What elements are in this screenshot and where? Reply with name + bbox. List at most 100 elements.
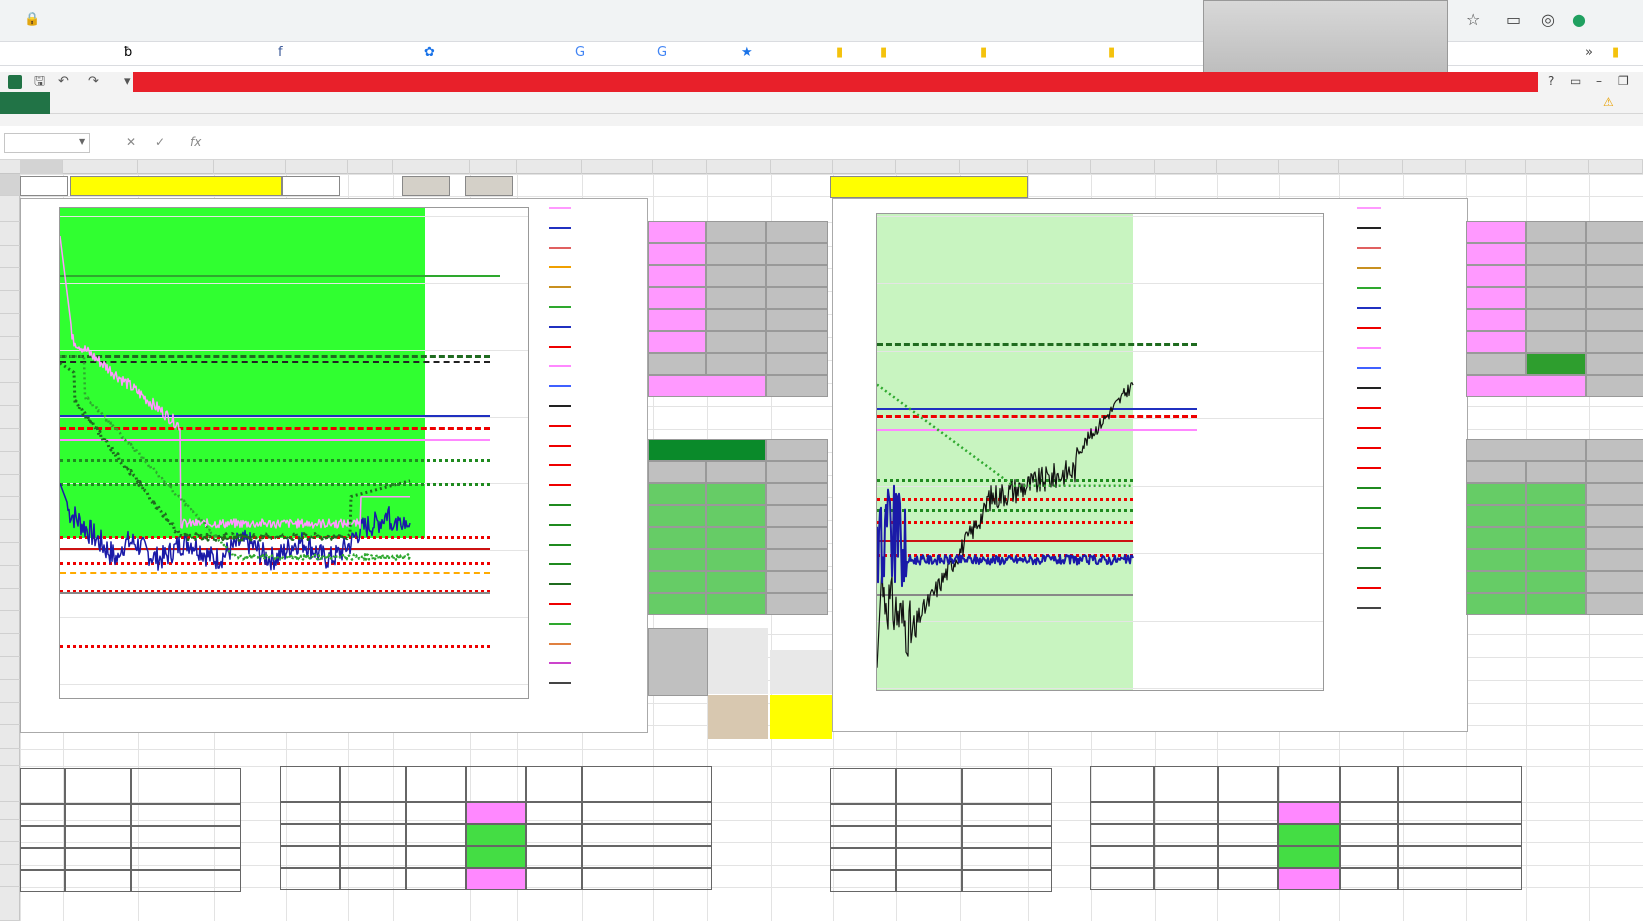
legend-swatch xyxy=(549,226,571,229)
a-sheet-link[interactable] xyxy=(22,176,70,196)
row-header xyxy=(0,749,20,766)
table-title xyxy=(830,748,1050,766)
table-cell xyxy=(1154,802,1218,824)
legend-swatch xyxy=(549,523,571,526)
table-header xyxy=(582,766,712,802)
column-header xyxy=(707,160,771,174)
panel-bottom-value xyxy=(706,549,766,571)
bookmark-item[interactable] xyxy=(294,44,444,64)
bookmark-icon: ƀ xyxy=(124,45,133,60)
bookmark-item[interactable] xyxy=(440,44,590,64)
panel-top-diff xyxy=(1586,309,1643,331)
table-cell xyxy=(1340,802,1398,824)
save-icon[interactable]: 🖫 xyxy=(34,75,45,88)
redo-icon[interactable]: ↷ xyxy=(88,75,99,88)
formula-value[interactable] xyxy=(226,133,626,153)
cancel-icon[interactable]: ✕ xyxy=(126,136,136,148)
panel-bottom-label xyxy=(648,527,706,549)
legend-label xyxy=(1381,201,1467,215)
play-label[interactable] xyxy=(402,176,450,196)
table-cell xyxy=(20,826,65,848)
table-cell xyxy=(1090,868,1154,890)
legend-label xyxy=(573,340,647,354)
panel-blank xyxy=(1586,375,1643,397)
table-cell xyxy=(131,826,241,848)
table-cell xyxy=(1090,846,1154,868)
panel-bottom-value xyxy=(706,461,766,483)
ribbon-tab[interactable] xyxy=(408,94,468,112)
legend-label xyxy=(1381,441,1467,455)
chart-1-y-tick xyxy=(21,476,57,488)
panel-top-label xyxy=(1466,331,1526,353)
legend-label xyxy=(573,241,647,255)
row-header xyxy=(0,703,20,725)
catalog-link[interactable] xyxy=(282,176,340,196)
undo-icon[interactable]: ↶ xyxy=(58,75,69,88)
ribbon-tab[interactable] xyxy=(6,94,66,112)
table-cell xyxy=(526,824,582,846)
table-footer xyxy=(280,890,360,912)
row-header xyxy=(0,725,20,749)
legend-label xyxy=(573,300,647,314)
chart-2-y-tick xyxy=(833,479,873,491)
bookmark-icon: ▮ xyxy=(980,45,988,60)
legend-swatch xyxy=(549,207,571,209)
row-header xyxy=(0,865,20,887)
screen: 🔒 ☆ ▭ ◎ ● ƀ f ✿ G G ★ ▮ ▮ ▮ ▮ » ▮ 🖫 ↶ ↷ ▾? ▭ – ❐ ⚠ ▼ ✕ ✓ fx xyxy=(0,0,1643,921)
table-cell xyxy=(466,846,526,868)
table-header xyxy=(466,766,526,802)
column-header xyxy=(63,160,138,174)
column-header xyxy=(1279,160,1339,174)
column-header xyxy=(960,160,1028,174)
chevron-down-icon[interactable]: ▼ xyxy=(79,138,85,146)
table-cell xyxy=(406,846,466,868)
table-cell xyxy=(896,804,962,826)
row-header xyxy=(0,475,20,497)
help-icon[interactable]: ? xyxy=(1548,75,1554,87)
chart-1-y-tick xyxy=(21,543,57,555)
panel-top-value xyxy=(1526,265,1586,287)
table-header xyxy=(280,766,340,802)
ribbon-tab[interactable] xyxy=(156,94,216,112)
axis2-tick xyxy=(571,576,623,588)
bookmark-icon: f xyxy=(278,45,283,60)
name-box-value[interactable] xyxy=(8,133,78,153)
panel-top-diff xyxy=(1586,331,1643,353)
low-value-2 xyxy=(770,672,832,694)
extension-icon[interactable]: ● xyxy=(1572,12,1586,28)
chat-icon[interactable]: ◎ xyxy=(1541,12,1555,28)
table-title xyxy=(20,748,240,766)
bookmark-item[interactable] xyxy=(140,44,290,64)
legend-swatch xyxy=(1357,507,1381,509)
star-icon[interactable]: ☆ xyxy=(1466,12,1480,28)
panel-top-label xyxy=(648,309,706,331)
sheet1-link[interactable] xyxy=(342,176,390,196)
table-header xyxy=(526,766,582,802)
axis2-tick xyxy=(571,382,623,394)
qat-icon[interactable]: ▾ xyxy=(124,75,131,88)
panel-bottom-label xyxy=(648,461,706,483)
legend-label xyxy=(573,656,647,670)
more-bookmarks-icon[interactable]: » xyxy=(1585,46,1593,59)
mod-label xyxy=(650,628,710,650)
table-cell xyxy=(1278,868,1340,890)
table-cell xyxy=(582,802,712,824)
panel-top-label xyxy=(1466,265,1526,287)
cast-icon[interactable]: ▭ xyxy=(1506,12,1521,28)
minimize-icon[interactable]: – xyxy=(1596,75,1602,87)
stop-label[interactable] xyxy=(465,176,513,196)
column-header xyxy=(20,160,63,174)
ribbon-display-icon[interactable]: ▭ xyxy=(1570,75,1581,87)
fx-icon[interactable]: fx xyxy=(190,136,201,148)
table-cell xyxy=(1218,846,1278,868)
enter-icon[interactable]: ✓ xyxy=(155,136,165,148)
warning-icon: ⚠ xyxy=(1603,95,1614,109)
table-cell xyxy=(1398,824,1522,846)
table-cell xyxy=(131,848,241,870)
folder-icon[interactable]: ▮ xyxy=(1612,46,1619,59)
row-header xyxy=(0,497,20,520)
column-header xyxy=(582,160,653,174)
panel-bottom-diff xyxy=(1586,505,1643,527)
url-path[interactable] xyxy=(237,8,837,32)
restore-icon[interactable]: ❐ xyxy=(1618,75,1629,87)
